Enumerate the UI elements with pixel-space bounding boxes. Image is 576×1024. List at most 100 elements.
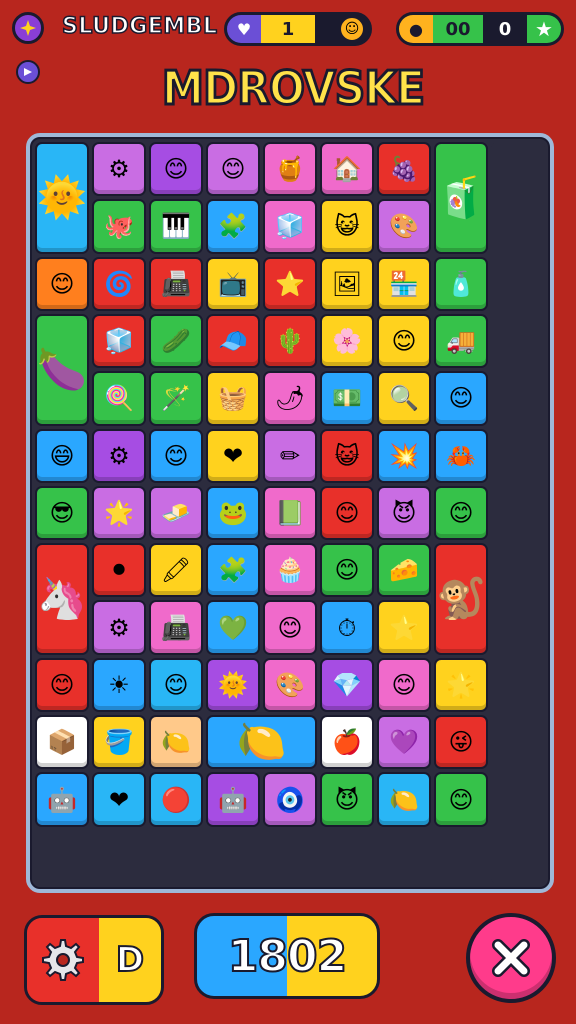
board-tile[interactable]: 🏠: [320, 142, 374, 197]
board-tile[interactable]: 😈: [320, 772, 374, 827]
board-tile[interactable]: 😊: [35, 657, 89, 713]
board-tile[interactable]: 🦄: [35, 543, 89, 655]
board-tile[interactable]: 😊: [206, 142, 260, 197]
board-tile[interactable]: 😈: [377, 485, 431, 541]
board-tile[interactable]: 🧴: [434, 256, 488, 311]
board-tile[interactable]: 🐸: [206, 485, 260, 541]
board-tile[interactable]: ⭐: [263, 256, 317, 311]
board-tile[interactable]: 😊: [149, 657, 203, 713]
board-tile[interactable]: 😺: [320, 199, 374, 254]
coin-count: 00: [433, 15, 483, 43]
board-tile[interactable]: 🍆: [35, 313, 89, 426]
board-tile[interactable]: 🥒: [149, 313, 203, 369]
board-tile[interactable]: 📠: [149, 256, 203, 311]
board-tile[interactable]: 🌟: [92, 485, 146, 541]
board-tile[interactable]: ❤: [92, 772, 146, 827]
board-tile[interactable]: 😎: [35, 485, 89, 541]
board-tile[interactable]: 🔍: [377, 371, 431, 426]
board-tile[interactable]: 😊: [263, 600, 317, 655]
board-tile[interactable]: 🦀: [434, 428, 488, 483]
board-tile[interactable]: 🍋: [149, 715, 203, 770]
board-tile[interactable]: 🧿: [263, 772, 317, 827]
board-tile[interactable]: 🌀: [92, 256, 146, 311]
board-tile[interactable]: 🪄: [149, 371, 203, 426]
board-tile[interactable]: 🧩: [206, 543, 260, 598]
board-tile[interactable]: 💥: [377, 428, 431, 483]
board-tile[interactable]: 🏪: [377, 256, 431, 311]
board-tile[interactable]: 🪣: [92, 715, 146, 770]
board-tile[interactable]: 🍎: [320, 715, 374, 770]
board-tile[interactable]: 🧊: [263, 199, 317, 254]
board-tile[interactable]: 😊: [377, 313, 431, 369]
board-tile[interactable]: 💜: [377, 715, 431, 770]
board-tile[interactable]: 📠: [149, 600, 203, 655]
settings-button[interactable]: D: [24, 915, 164, 1005]
board-tile[interactable]: 😊: [35, 256, 89, 311]
board-tile[interactable]: 😊: [320, 543, 374, 598]
board-tile[interactable]: ⭐: [377, 600, 431, 655]
boost-button[interactable]: [16, 60, 40, 84]
board-tile[interactable]: 🌟: [434, 657, 488, 713]
board-tile[interactable]: 📗: [263, 485, 317, 541]
star-add-icon[interactable]: ★: [527, 15, 561, 43]
board-tile[interactable]: 🌞: [206, 657, 260, 713]
board-tile[interactable]: 🧊: [92, 313, 146, 369]
board-tile[interactable]: 😊: [149, 142, 203, 197]
board-tile[interactable]: 🌞: [35, 142, 89, 254]
board-tile[interactable]: 📺: [206, 256, 260, 311]
board-tile[interactable]: 😊: [434, 371, 488, 426]
board-tile[interactable]: 💎: [320, 657, 374, 713]
board-tile[interactable]: 💵: [320, 371, 374, 426]
board-tile[interactable]: 😜: [434, 715, 488, 770]
board-tile[interactable]: 🧺: [206, 371, 260, 426]
board-tile[interactable]: ✏: [263, 428, 317, 483]
board-tile[interactable]: 🎹: [149, 199, 203, 254]
board-tile[interactable]: ❤: [206, 428, 260, 483]
board-tile[interactable]: 🧈: [149, 485, 203, 541]
board-tile[interactable]: 😊: [434, 485, 488, 541]
board-tile[interactable]: ☀: [92, 657, 146, 713]
board-tile[interactable]: 🐙: [92, 199, 146, 254]
board-tile[interactable]: 🎨: [263, 657, 317, 713]
board-tile[interactable]: 🧃: [434, 142, 488, 254]
board-tile[interactable]: ⚙: [92, 600, 146, 655]
board-tile[interactable]: ⚫: [92, 543, 146, 598]
board-tile[interactable]: 😄: [35, 428, 89, 483]
board-tile[interactable]: 💚: [206, 600, 260, 655]
board-tile[interactable]: 📦: [35, 715, 89, 770]
coin-counter[interactable]: ● 00 0 ★: [396, 12, 564, 46]
bottom-bar: D 1802: [0, 905, 576, 1015]
board-tile[interactable]: 🚚: [434, 313, 488, 369]
board-tile[interactable]: 🍇: [377, 142, 431, 197]
board-tile[interactable]: 🖍: [149, 543, 203, 598]
board-tile[interactable]: 🧀: [377, 543, 431, 598]
board-tile[interactable]: 😊: [377, 657, 431, 713]
board-tile[interactable]: 🤖: [206, 772, 260, 827]
board-tile[interactable]: ⚙: [92, 428, 146, 483]
board-tile[interactable]: 🧁: [263, 543, 317, 598]
board-tile[interactable]: 🍋: [206, 715, 317, 770]
close-button[interactable]: [466, 913, 556, 1003]
board-tile[interactable]: 🍋: [377, 772, 431, 827]
board-tile[interactable]: 🐒: [434, 543, 488, 655]
board-tile[interactable]: 🍭: [92, 371, 146, 426]
board-tile[interactable]: 🌵: [263, 313, 317, 369]
board-tile[interactable]: 😊: [320, 485, 374, 541]
board-tile[interactable]: 🌸: [320, 313, 374, 369]
board-tile[interactable]: 🤖: [35, 772, 89, 827]
gem-badge-button[interactable]: [12, 12, 44, 44]
board-tile[interactable]: 🧢: [206, 313, 260, 369]
board-tile[interactable]: 🌶: [263, 371, 317, 426]
board-tile[interactable]: ⏱: [320, 600, 374, 655]
board-tile[interactable]: 😊: [434, 772, 488, 827]
board-tile[interactable]: ⚙: [92, 142, 146, 197]
tile-grid: 🌞 ⚙ 😊 😊 🍯 🏠 🍇 🧃 🐙 🎹 🧩 🧊 😺 🎨 😊 🌀 📠 📺 ⭐ 🖼 🏪 🧴 🍆 🧊 🥒 🧢 🌵 🌸 😊 🚚 🍭 🪄 🧺 🌶 💵 🔍 😊 😄 ⚙ 😊…: [35, 142, 545, 884]
gem-counter[interactable]: ♥ 1 ☺: [224, 12, 372, 46]
board-tile[interactable]: 🧩: [206, 199, 260, 254]
board-tile[interactable]: 😺: [320, 428, 374, 483]
board-tile[interactable]: 🔴: [149, 772, 203, 827]
board-tile[interactable]: 😊: [149, 428, 203, 483]
board-tile[interactable]: 🎨: [377, 199, 431, 254]
board-tile[interactable]: 🍯: [263, 142, 317, 197]
board-tile[interactable]: 🖼: [320, 256, 374, 311]
